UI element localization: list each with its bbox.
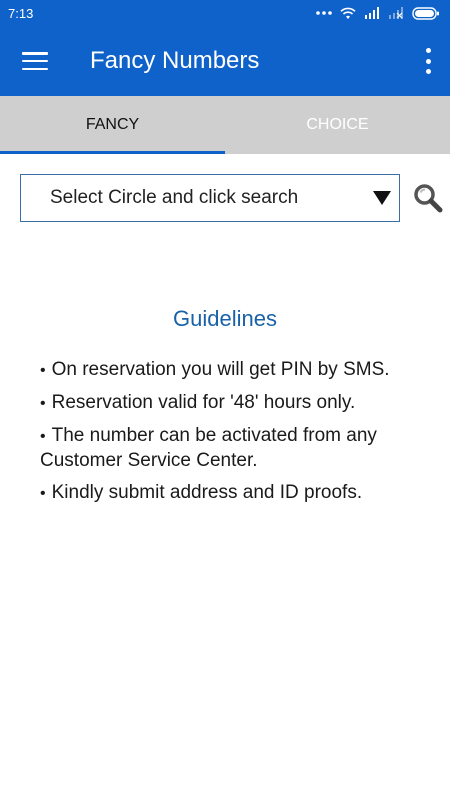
bullet-icon: • [40, 428, 46, 445]
overflow-menu-icon[interactable] [422, 48, 434, 74]
guideline-text: The number can be activated from any Cus… [40, 425, 377, 471]
guideline-text: Reservation valid for '48' hours only. [51, 392, 356, 413]
circle-select-value: Select Circle and click search [50, 187, 299, 208]
status-time: 7:13 [8, 5, 34, 21]
tab-bar: FANCY CHOICE [0, 96, 450, 154]
bullet-icon: • [40, 395, 46, 412]
dropdown-caret-icon [373, 191, 391, 205]
bullet-icon: • [40, 362, 46, 379]
guideline-item: • The number can be activated from any Cu… [40, 424, 426, 473]
guidelines-title: Guidelines [173, 306, 277, 331]
magnifier-icon[interactable] [412, 182, 444, 214]
hamburger-menu-icon[interactable] [22, 49, 48, 73]
guideline-text: Kindly submit address and ID proofs. [51, 482, 363, 503]
wifi-icon [340, 7, 356, 19]
app-screen: 7:13 Fancy Numbers FANCY CHOICE Select C… [0, 0, 450, 800]
status-bar: 7:13 [0, 0, 450, 26]
circle-select-dropdown[interactable]: Select Circle and click search [20, 174, 400, 222]
no-signal-icon [389, 7, 403, 19]
guideline-item: • On reservation you will get PIN by SMS. [40, 358, 426, 383]
guidelines-list: • On reservation you will get PIN by SMS.… [0, 358, 450, 506]
tab-fancy-label: FANCY [85, 116, 140, 133]
signal-icon [365, 7, 379, 19]
tab-choice-label: CHOICE [306, 116, 369, 133]
app-bar: Fancy Numbers [0, 26, 450, 96]
tab-fancy[interactable]: FANCY [0, 96, 225, 154]
more-dots-icon [316, 11, 332, 15]
guideline-item: • Kindly submit address and ID proofs. [40, 481, 426, 506]
guideline-text: On reservation you will get PIN by SMS. [51, 359, 390, 380]
search-row: Select Circle and click search [0, 174, 450, 222]
guideline-item: • Reservation valid for '48' hours only. [40, 391, 426, 416]
bullet-icon: • [40, 485, 46, 502]
battery-icon [412, 6, 439, 20]
status-icons [316, 6, 440, 20]
guidelines-section: Guidelines • On reservation you will get … [0, 306, 450, 506]
app-title: Fancy Numbers [90, 47, 260, 74]
tab-choice[interactable]: CHOICE [225, 96, 450, 154]
